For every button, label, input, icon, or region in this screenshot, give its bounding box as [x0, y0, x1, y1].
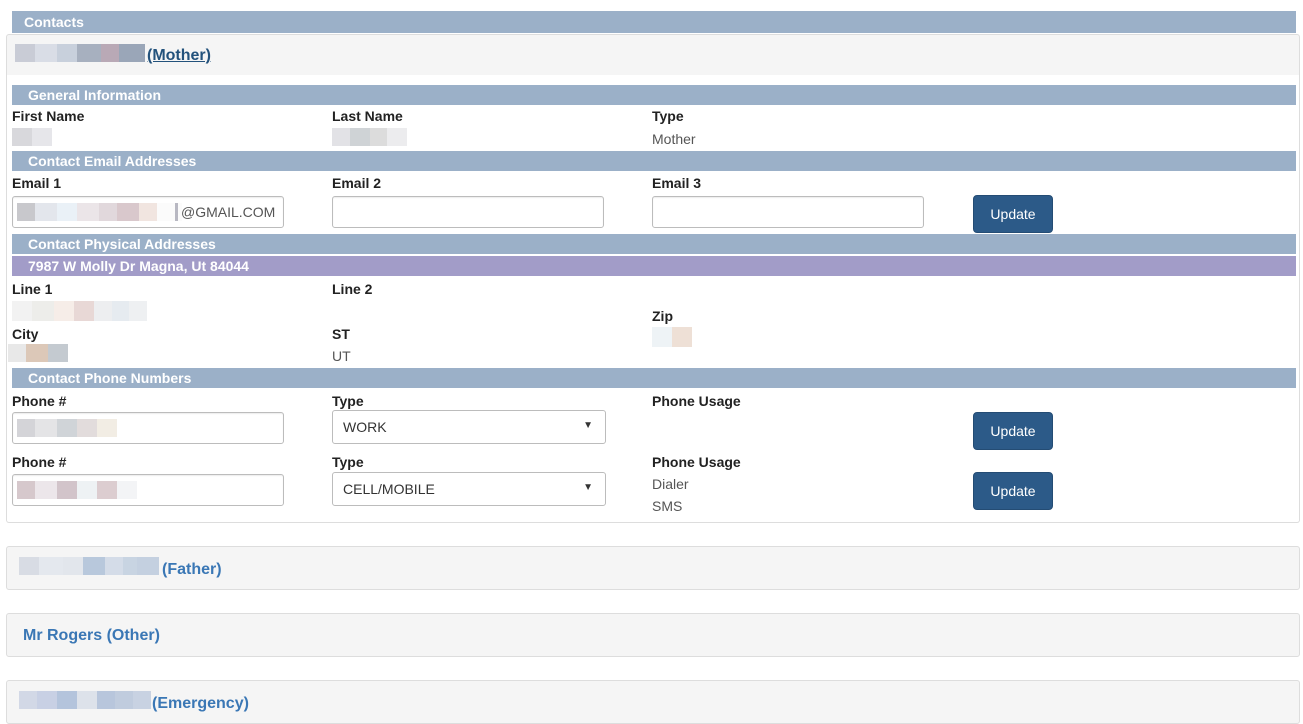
phone2-label: Phone # [12, 454, 67, 470]
redacted-last-name [332, 128, 407, 146]
chevron-down-icon: ▼ [583, 420, 593, 431]
contact-panel-mother[interactable]: (Mother) [6, 34, 1300, 76]
phone1-field[interactable] [12, 412, 284, 444]
contact-link-other[interactable]: Mr Rogers (Other) [23, 627, 160, 645]
phone2-type-select[interactable]: CELL/MOBILE ▼ [332, 472, 606, 506]
phone2-field[interactable] [12, 474, 284, 506]
phone2-usage-dialer: Dialer [652, 476, 689, 492]
line1-label: Line 1 [12, 281, 53, 297]
email2-field[interactable] [332, 196, 604, 228]
email3-label: Email 3 [652, 175, 702, 191]
st-value: UT [332, 348, 351, 364]
phone1-usage-label: Phone Usage [652, 393, 741, 409]
email1-label: Email 1 [12, 175, 62, 191]
phone2-usage-label: Phone Usage [652, 454, 741, 470]
contact-link-mother[interactable]: (Mother) [147, 47, 211, 65]
phone1-type-value: WORK [343, 419, 387, 435]
line2-label: Line 2 [332, 281, 373, 297]
type-label: Type [652, 108, 684, 124]
email-header: Contact Email Addresses [12, 151, 1296, 171]
contact-link-emergency[interactable]: (Emergency) [152, 695, 249, 713]
email1-field[interactable]: @GMAIL.COM [12, 196, 284, 228]
contacts-section-header: Contacts [12, 11, 1296, 33]
redacted-name [15, 44, 145, 62]
email2-label: Email 2 [332, 175, 382, 191]
redacted-name [19, 691, 151, 709]
first-name-label: First Name [12, 108, 85, 124]
contact-panel-other[interactable]: Mr Rogers (Other) [6, 613, 1300, 657]
general-info-header: General Information [12, 85, 1296, 105]
phone2-type-value: CELL/MOBILE [343, 481, 435, 497]
chevron-down-icon: ▼ [583, 482, 593, 493]
redacted-phone2 [17, 481, 137, 499]
redacted-city [8, 344, 68, 362]
phone2-update-button[interactable]: Update [973, 472, 1053, 510]
contact-panel-emergency[interactable]: (Emergency) [6, 680, 1300, 724]
phone2-type-label: Type [332, 454, 364, 470]
redacted-zip [652, 327, 692, 347]
address-summary[interactable]: 7987 W Molly Dr Magna, Ut 84044 [12, 256, 1296, 276]
redacted-email [17, 203, 182, 221]
phone1-label: Phone # [12, 393, 67, 409]
phone1-update-button[interactable]: Update [973, 412, 1053, 450]
contact-link-father[interactable]: (Father) [162, 561, 222, 579]
zip-label: Zip [652, 308, 673, 324]
phones-header: Contact Phone Numbers [12, 368, 1296, 388]
redacted-line1 [12, 301, 147, 321]
email-update-button[interactable]: Update [973, 195, 1053, 233]
st-label: ST [332, 326, 350, 342]
last-name-label: Last Name [332, 108, 403, 124]
phone2-usage-sms: SMS [652, 498, 683, 514]
redacted-phone1 [17, 419, 119, 437]
address-header: Contact Physical Addresses [12, 234, 1296, 254]
redacted-first-name [12, 128, 52, 146]
phone1-type-label: Type [332, 393, 364, 409]
contact-panel-father[interactable]: (Father) [6, 546, 1300, 590]
redacted-name [19, 557, 159, 575]
city-label: City [12, 326, 39, 342]
type-value: Mother [652, 131, 696, 147]
phone1-type-select[interactable]: WORK ▼ [332, 410, 606, 444]
email3-field[interactable] [652, 196, 924, 228]
email1-value-suffix: @GMAIL.COM [181, 204, 276, 220]
